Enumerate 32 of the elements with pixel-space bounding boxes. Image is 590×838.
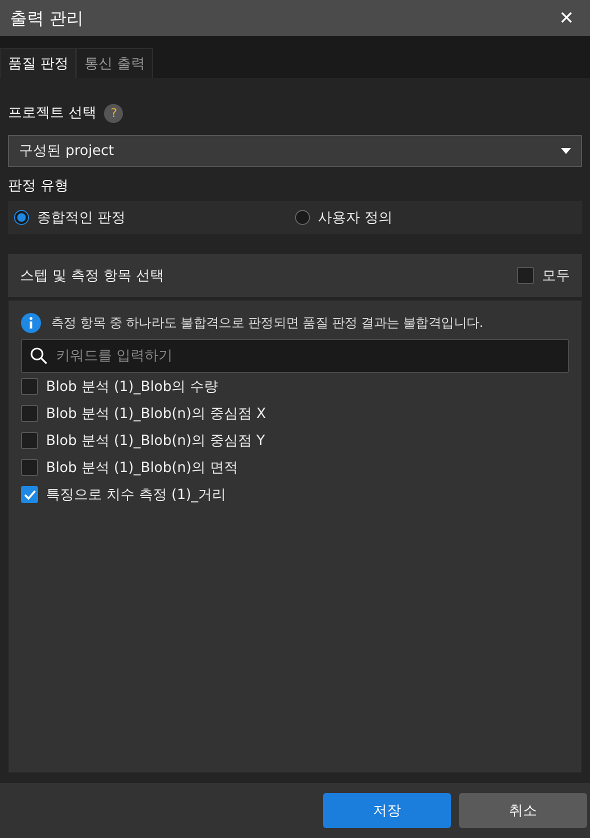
checkbox[interactable]: [21, 378, 38, 395]
radio-label: 사용자 정의: [318, 208, 392, 226]
checkbox[interactable]: [21, 405, 38, 422]
window-title: 출력 관리: [10, 8, 84, 30]
tab[interactable]: 품질 판정: [0, 48, 76, 78]
dropdown-value: 구성된 project: [19, 142, 114, 160]
checkbox-label: 특징으로 치수 측정 (1)_거리: [46, 486, 226, 504]
field-label: 프로젝트 선택: [8, 104, 96, 122]
checkbox[interactable]: [21, 459, 38, 476]
radio-button[interactable]: [14, 210, 29, 225]
checkbox-label: Blob 분석 (1)_Blob의 수량: [46, 378, 218, 396]
info-text: 측정 항목 중 하나라도 불합격으로 판정되면 품질 판정 결과는 불합격입니다.: [51, 315, 484, 332]
caret-icon: [561, 148, 571, 154]
cancel-button[interactable]: 취소: [459, 793, 587, 828]
info-icon: [21, 313, 41, 333]
tab[interactable]: 통신 출력: [76, 48, 153, 78]
checkbox-label: Blob 분석 (1)_Blob(n)의 중심점 X: [46, 404, 266, 422]
section-title: 스텝 및 측정 항목 선택: [20, 266, 164, 284]
field-label: 판정 유형: [8, 177, 70, 196]
search-field[interactable]: 키워드를 입력하기: [21, 339, 569, 373]
checkbox-label: Blob 분석 (1)_Blob(n)의 면적: [46, 458, 238, 476]
checkbox-label: 모두: [542, 266, 570, 284]
radio-button[interactable]: [295, 210, 310, 225]
close-button[interactable]: ✕: [553, 7, 580, 29]
save-button[interactable]: 저장: [323, 793, 451, 828]
checkbox-label: Blob 분석 (1)_Blob(n)의 중심점 Y: [46, 432, 265, 450]
checkbox[interactable]: [21, 486, 38, 503]
help-icon[interactable]: ?: [104, 104, 124, 122]
checkbox[interactable]: [21, 432, 38, 449]
project-dropdown[interactable]: 구성된 project: [8, 135, 582, 167]
radio-label: 종합적인 판정: [37, 208, 126, 226]
checkbox[interactable]: [517, 267, 534, 284]
